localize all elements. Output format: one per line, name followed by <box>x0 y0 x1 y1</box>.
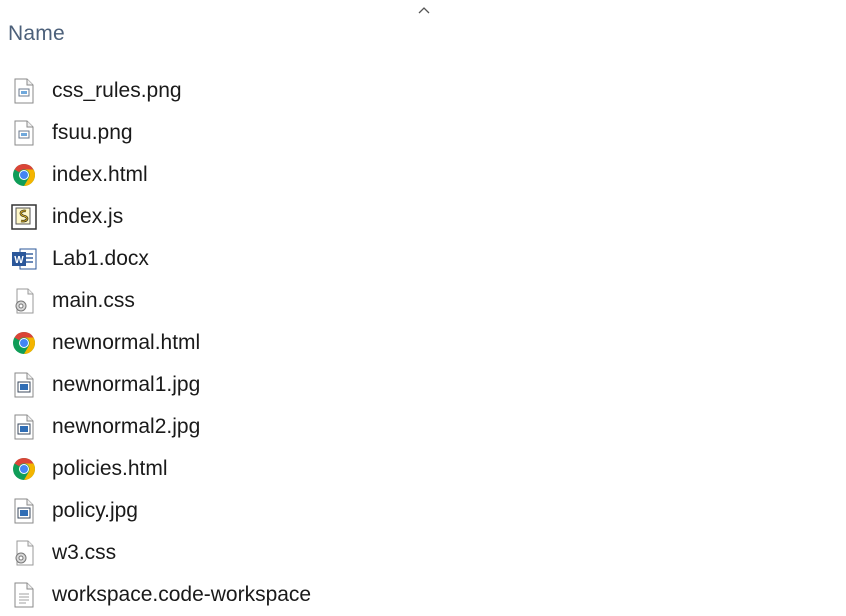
file-name: css_rules.png <box>52 79 182 102</box>
file-name: index.html <box>52 163 148 186</box>
file-row[interactable]: policies.html <box>10 448 311 490</box>
file-name: newnormal1.jpg <box>52 373 201 396</box>
generic-file-icon <box>10 581 38 609</box>
file-name: policies.html <box>52 457 168 480</box>
image-file-icon <box>10 119 38 147</box>
file-row[interactable]: w3.css <box>10 532 311 574</box>
file-row[interactable]: newnormal1.jpg <box>10 364 311 406</box>
chrome-html-icon <box>10 329 38 357</box>
css-file-icon <box>10 287 38 315</box>
file-row[interactable]: workspace.code-workspace <box>10 574 311 616</box>
file-row[interactable]: index.js <box>10 196 311 238</box>
file-row[interactable]: newnormal2.jpg <box>10 406 311 448</box>
chrome-html-icon <box>10 455 38 483</box>
file-row[interactable]: W Lab1.docx <box>10 238 311 280</box>
file-name: newnormal.html <box>52 331 201 354</box>
word-document-icon: W <box>10 245 38 273</box>
file-name: fsuu.png <box>52 121 133 144</box>
file-name: Lab1.docx <box>52 247 149 270</box>
jpg-file-icon <box>10 371 38 399</box>
css-file-icon <box>10 539 38 567</box>
file-row[interactable]: fsuu.png <box>10 112 311 154</box>
jpg-file-icon <box>10 497 38 525</box>
image-file-icon <box>10 77 38 105</box>
file-name: main.css <box>52 289 135 312</box>
file-name: newnormal2.jpg <box>52 415 201 438</box>
file-name: workspace.code-workspace <box>52 583 312 606</box>
jpg-file-icon <box>10 413 38 441</box>
file-name: policy.jpg <box>52 499 138 522</box>
name-column-header[interactable]: Name <box>8 22 65 46</box>
svg-text:W: W <box>14 255 24 266</box>
file-row[interactable]: main.css <box>10 280 311 322</box>
chrome-html-icon <box>10 161 38 189</box>
file-list: css_rules.png fsuu.png index.html index.… <box>10 70 311 616</box>
file-name: w3.css <box>52 541 117 564</box>
file-row[interactable]: index.html <box>10 154 311 196</box>
chevron-up-icon[interactable] <box>417 5 431 15</box>
file-row[interactable]: css_rules.png <box>10 70 311 112</box>
file-row[interactable]: newnormal.html <box>10 322 311 364</box>
file-row[interactable]: policy.jpg <box>10 490 311 532</box>
script-file-icon <box>10 203 38 231</box>
file-name: index.js <box>52 205 124 228</box>
